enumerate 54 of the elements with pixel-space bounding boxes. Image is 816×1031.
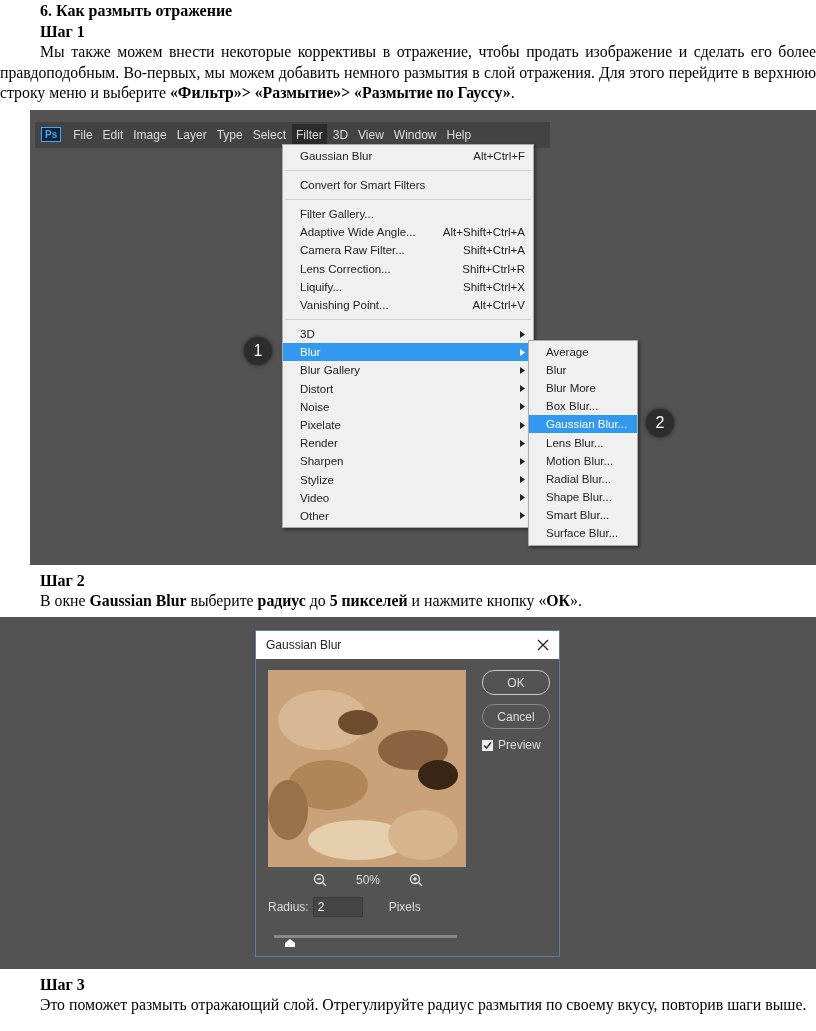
menu-bar-item[interactable]: Window [389,123,441,146]
app-logo: Ps [41,127,62,142]
submenu-arrow-icon [520,512,525,520]
zoom-level: 50% [355,873,380,887]
menu-bar-item[interactable]: View [354,123,388,146]
menu-bar-item[interactable]: Edit [98,123,128,146]
submenu-arrow-icon [520,476,525,484]
menu-bar-item[interactable]: Image [129,123,171,146]
ok-button[interactable]: OK [482,670,550,695]
step-title: Шаг 3 [39,975,86,995]
submenu-arrow-icon [520,348,525,356]
zoom-in-icon[interactable] [409,873,424,887]
step-badge: 1 [244,336,272,365]
submenu-arrow-icon [520,457,525,465]
menu-item[interactable]: Liquify... Shift+Ctrl+X [283,277,533,296]
menu-item[interactable]: Vanishing Point... Alt+Ctrl+V [283,295,533,314]
step-badge: 2 [646,408,674,437]
close-icon[interactable] [537,639,549,651]
checkbox[interactable] [482,739,493,751]
submenu-arrow-icon [520,385,525,393]
menu-item[interactable]: Adaptive Wide Angle... Alt+Shift+Ctrl+A [283,223,533,242]
unit-label: Pixels [388,900,421,914]
zoom-out-icon[interactable] [312,873,327,887]
menu-item[interactable]: Convert for Smart Filters [283,175,533,194]
menu-bar-item[interactable]: Help [442,123,476,146]
submenu-arrow-icon [520,439,525,447]
menu-item[interactable]: Gaussian Blur Alt+Ctrl+F [283,146,533,165]
menu-item[interactable]: Camera Raw Filter... Shift+Ctrl+A [283,241,533,260]
menu-bar-item[interactable]: File [69,123,97,146]
submenu-arrow-icon [520,366,525,374]
menu-bar-item[interactable]: 3D [328,123,353,146]
menu-bar-item[interactable]: Layer [172,123,211,146]
menu-item[interactable]: Surface Blur... [529,524,637,543]
step-title: Шаг 1 [39,22,86,42]
submenu-arrow-icon [520,403,525,411]
submenu-arrow-icon [520,330,525,338]
menu-bar-item[interactable]: Filter [292,123,327,146]
menu-item[interactable]: 3D [283,325,533,344]
radius-field[interactable]: 2 [312,897,363,917]
checkbox-label: Preview [498,738,541,752]
menu-item[interactable]: Filter Gallery... [283,204,533,224]
cancel-button[interactable]: Cancel [482,704,550,729]
radius-label: Radius: [268,900,309,914]
menu-bar-item[interactable]: Type [212,123,247,146]
paragraph: Мы также можем внести некоторые коррективы в отражение, чтобы продать изображение и сделать его более правдоподобным. Во-первых, мы можем добавить немного размытия в слой отражения. Для этого перейдите в верхнюю строку меню и выберите «Фильтр»> «Размытие»> «Размытие по Гауссу». [0,42,816,104]
submenu-arrow-icon [520,494,525,502]
menu-bar-item[interactable]: Select [248,123,291,146]
submenu-arrow-icon [520,421,525,429]
menu-item[interactable]: Lens Correction... Shift+Ctrl+R [283,259,533,278]
step-title: Шаг 2 [39,570,86,591]
paragraph: Это поможет размыть отражающий слой. Отрегулируйте радиус размытия по своему вкусу, повторив шаги выше. [39,995,808,1016]
section-heading: 6. Как размыть отражение [39,1,234,21]
paragraph: В окне Gaussian Blur выберите радиус до 5 пикселей и нажмите кнопку «ОК». [39,590,583,611]
window-title: Gaussian Blur [266,638,342,652]
